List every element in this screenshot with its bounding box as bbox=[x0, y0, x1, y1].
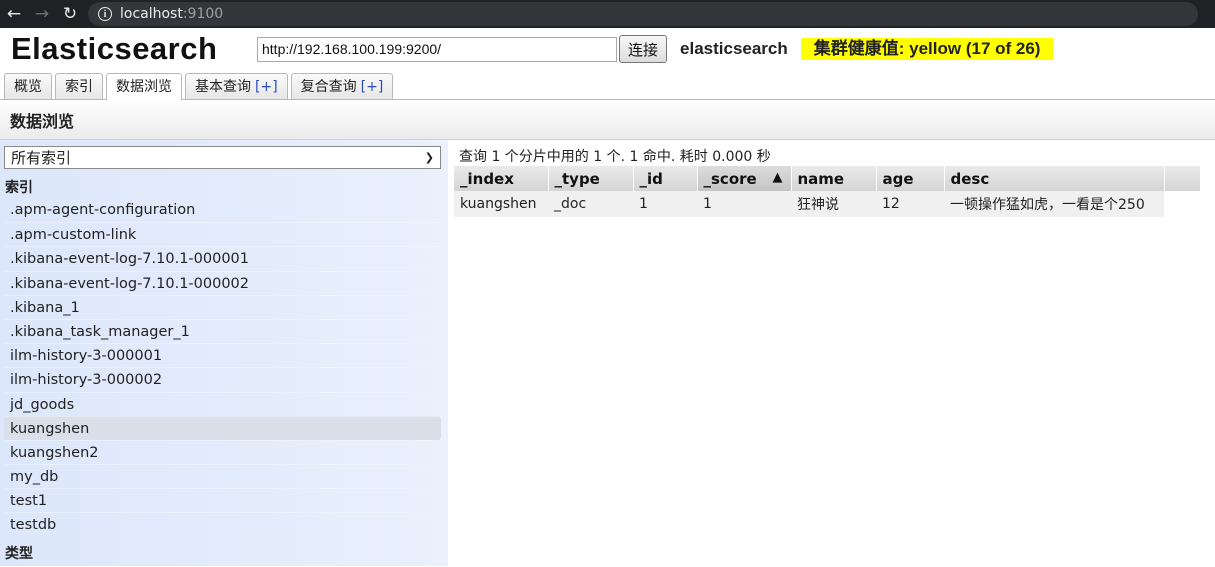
sidebar-index-item[interactable]: .apm-agent-configuration bbox=[4, 198, 441, 222]
tab-label: 数据浏览 bbox=[116, 79, 172, 95]
url-host: localhost bbox=[120, 6, 183, 22]
tab-overview[interactable]: 概览 bbox=[4, 73, 52, 99]
tab-label: 概览 bbox=[14, 79, 42, 95]
sidebar-index-item[interactable]: kuangshen2 bbox=[4, 439, 441, 464]
sidebar-index-item[interactable]: testdb bbox=[4, 512, 441, 536]
tab-label: 基本查询 bbox=[195, 79, 251, 95]
tab-label: 索引 bbox=[65, 79, 93, 95]
column-header-desc[interactable]: desc bbox=[944, 166, 1165, 191]
tab-indices[interactable]: 索引 bbox=[55, 73, 103, 99]
column-header-label: _score bbox=[703, 169, 757, 188]
cluster-health-badge: 集群健康值: yellow (17 of 26) bbox=[800, 38, 1054, 60]
table-cell: 狂神说 bbox=[791, 191, 876, 217]
column-header-age[interactable]: age bbox=[876, 166, 945, 191]
sidebar-index-item[interactable]: jd_goods bbox=[4, 391, 441, 416]
info-icon[interactable]: i bbox=[98, 7, 112, 21]
types-heading: 类型 bbox=[5, 545, 33, 562]
sidebar-index-item[interactable]: kuangshen bbox=[4, 415, 441, 440]
chevron-down-icon: ❯ bbox=[424, 151, 434, 164]
column-header-type[interactable]: _type bbox=[548, 166, 634, 191]
add-tab-button[interactable]: [+] bbox=[361, 79, 384, 95]
table-cell-filler bbox=[1164, 191, 1200, 217]
column-header-id[interactable]: _id bbox=[633, 166, 698, 191]
sort-ascending-icon: ▲ bbox=[772, 169, 783, 185]
column-header-score[interactable]: _score ▲ bbox=[697, 166, 792, 191]
table-row[interactable]: kuangshen _doc 1 1 狂神说 12 一顿操作猛如虎，一看是个250 bbox=[454, 191, 1200, 217]
results-panel: 查询 1 个分片中用的 1 个. 1 命中. 耗时 0.000 秒 _index… bbox=[448, 140, 1215, 566]
table-cell: _doc bbox=[548, 191, 633, 217]
sidebar-index-item[interactable]: .kibana-event-log-7.10.1-000002 bbox=[4, 270, 441, 295]
tab-basic-query[interactable]: 基本查询 [+] bbox=[185, 73, 288, 99]
index-list: .apm-agent-configuration .apm-custom-link… bbox=[4, 198, 442, 537]
query-info: 查询 1 个分片中用的 1 个. 1 命中. 耗时 0.000 秒 bbox=[459, 149, 771, 165]
tab-label: 复合查询 bbox=[300, 79, 357, 95]
index-select[interactable]: 所有索引 ❯ bbox=[4, 146, 441, 169]
cluster-name: elasticsearch bbox=[680, 39, 788, 58]
section-title: 数据浏览 bbox=[0, 100, 1215, 140]
sidebar-index-item[interactable]: ilm-history-3-000002 bbox=[4, 367, 441, 391]
app-title: Elasticsearch bbox=[11, 31, 218, 66]
cluster-url-input[interactable] bbox=[257, 36, 617, 62]
index-select-value: 所有索引 bbox=[11, 149, 72, 167]
sidebar-index-item[interactable]: my_db bbox=[4, 464, 441, 488]
sidebar-index-item[interactable]: ilm-history-3-000001 bbox=[4, 343, 441, 367]
tab-bar: 概览 索引 数据浏览 基本查询 [+] 复合查询 [+] bbox=[0, 70, 1215, 100]
reload-icon[interactable]: ↻ bbox=[56, 0, 84, 28]
back-arrow-icon[interactable]: ← bbox=[0, 0, 28, 28]
column-header-filler bbox=[1164, 166, 1201, 191]
table-cell: 一顿操作猛如虎，一看是个250 bbox=[944, 191, 1164, 217]
indices-heading: 索引 bbox=[5, 180, 33, 196]
sidebar: 所有索引 ❯ 索引 .apm-agent-configuration .apm-c… bbox=[0, 140, 448, 566]
sidebar-index-item[interactable]: .kibana_1 bbox=[4, 294, 441, 319]
column-header-name[interactable]: name bbox=[791, 166, 877, 191]
table-cell: 1 bbox=[697, 191, 791, 217]
sidebar-index-item[interactable]: .kibana_task_manager_1 bbox=[4, 318, 441, 343]
tab-compound-query[interactable]: 复合查询 [+] bbox=[290, 73, 394, 99]
sidebar-index-item[interactable]: .kibana-event-log-7.10.1-000001 bbox=[4, 246, 441, 270]
sidebar-index-item[interactable]: test1 bbox=[4, 488, 441, 512]
results-table: _index _type _id _score ▲ name age desc k… bbox=[454, 166, 1201, 217]
connect-button[interactable]: 连接 bbox=[619, 35, 668, 63]
sidebar-index-item[interactable]: .apm-custom-link bbox=[4, 222, 441, 246]
table-header-row: _index _type _id _score ▲ name age desc bbox=[454, 166, 1201, 191]
app-header: Elasticsearch 连接 elasticsearch 集群健康值: ye… bbox=[0, 28, 1215, 70]
url-port: :9100 bbox=[182, 6, 224, 22]
table-cell: 12 bbox=[876, 191, 944, 217]
table-cell: 1 bbox=[633, 191, 697, 217]
forward-arrow-icon[interactable]: → bbox=[28, 0, 56, 28]
column-header-index[interactable]: _index bbox=[454, 166, 549, 191]
add-tab-button[interactable]: [+] bbox=[255, 79, 278, 95]
browser-toolbar: ← → ↻ i localhost:9100 bbox=[0, 0, 1215, 28]
address-bar[interactable]: i localhost:9100 bbox=[88, 2, 1198, 26]
table-cell: kuangshen bbox=[454, 191, 548, 217]
tab-browser[interactable]: 数据浏览 bbox=[106, 73, 182, 100]
